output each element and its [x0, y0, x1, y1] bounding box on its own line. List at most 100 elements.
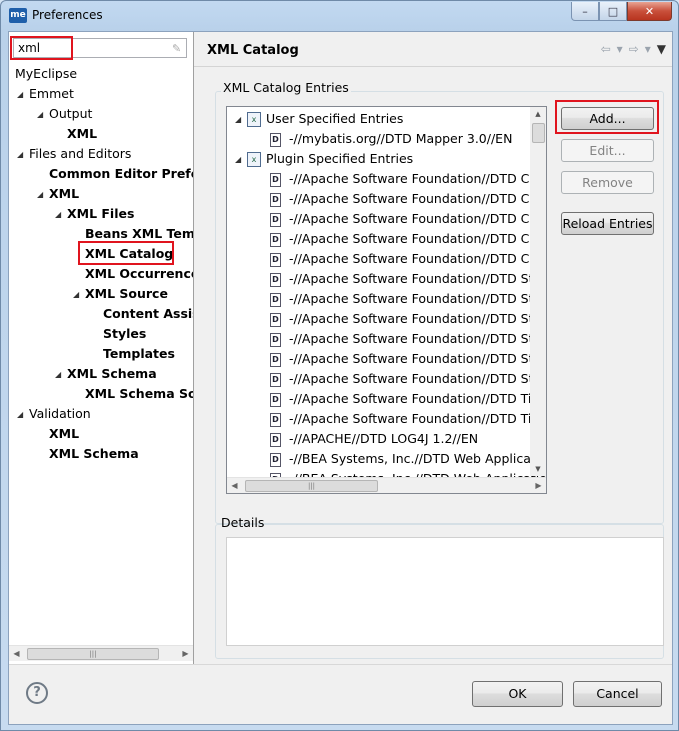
expand-triangle-icon[interactable]: ◢ [37, 105, 49, 125]
tree-item[interactable]: ◢ Files and Editors [17, 144, 131, 164]
catalog-entry-label: -//Apache Software Foundation//DTD Strut… [289, 291, 546, 306]
back-menu-chevron-icon[interactable]: ▾ [617, 42, 623, 56]
catalog-entry-row[interactable]: D -//Apache Software Foundation//DTD Comm… [270, 249, 546, 269]
tree-item[interactable]: MyEclipse [9, 64, 77, 84]
tree-item[interactable]: Common Editor Preferences [37, 164, 193, 184]
cancel-button[interactable]: Cancel [573, 681, 662, 707]
catalog-entry-label: -//APACHE//DTD LOG4J 1.2//EN [289, 431, 479, 446]
catalog-entries-tree[interactable]: D -//BEA Systems, Inc.//DTD Web Applicati… [226, 106, 547, 494]
tree-item[interactable]: XML Catalog [73, 244, 173, 264]
help-icon[interactable]: ? [26, 682, 48, 704]
dtd-file-icon: D [270, 332, 281, 347]
expand-triangle-icon[interactable]: ◢ [235, 110, 247, 130]
tree-horizontal-scrollbar[interactable]: ◀ ||| ▶ [9, 645, 193, 661]
tree-item[interactable]: ◢ XML Source [73, 284, 168, 304]
scroll-up-arrow-icon[interactable]: ▲ [530, 107, 546, 121]
catalog-entry-row[interactable]: D -//Apache Software Foundation//DTD Comm… [270, 169, 546, 189]
reload-entries-button[interactable]: Reload Entries [561, 212, 654, 235]
page-title: XML Catalog [207, 43, 299, 58]
tree-item-label: XML Source [85, 286, 168, 301]
tree-item[interactable]: Content Assist [91, 304, 193, 324]
tree-item[interactable]: ◢ XML [37, 184, 79, 204]
dtd-file-icon: D [270, 232, 281, 247]
catalog-entry-row[interactable]: D -//Apache Software Foundation//DTD Tile… [270, 409, 546, 429]
maximize-button[interactable]: □ [599, 2, 627, 21]
tree-item[interactable]: XML Schema Sources [73, 384, 193, 404]
preferences-window: me Preferences – □ ✕ xml ✎ MyEclipse ◢ Emm… [0, 0, 679, 731]
catalog-entry-label: -//Apache Software Foundation//DTD Strut… [289, 371, 546, 386]
expand-triangle-icon[interactable]: ◢ [37, 185, 49, 205]
catalog-entry-label: Plugin Specified Entries [266, 151, 414, 166]
expand-triangle-icon[interactable]: ◢ [55, 205, 67, 225]
tree-item[interactable]: ◢ Output [37, 104, 92, 124]
catalog-entry-row[interactable]: D -//Apache Software Foundation//DTD Stru… [270, 289, 546, 309]
tree-item-label: XML [49, 426, 80, 441]
clear-filter-icon[interactable]: ✎ [172, 42, 182, 55]
dtd-file-icon: D [270, 452, 281, 467]
catalog-entry-row[interactable]: D -//mybatis.org//DTD Mapper 3.0//EN [270, 129, 512, 149]
catalog-entry-row[interactable]: D -//BEA Systems, Inc.//DTD Web Applicati… [270, 449, 546, 469]
edit-button[interactable]: Edit... [561, 139, 654, 162]
expand-triangle-icon[interactable]: ◢ [17, 85, 29, 105]
scroll-thumb[interactable]: ||| [245, 480, 378, 492]
catalog-entry-row[interactable]: D -//Apache Software Foundation//DTD Stru… [270, 269, 546, 289]
scroll-right-arrow-icon[interactable]: ▶ [178, 646, 193, 661]
expand-triangle-icon[interactable]: ◢ [73, 285, 85, 305]
filter-input[interactable]: xml ✎ [13, 38, 187, 58]
catalog-entry-row[interactable]: D -//Apache Software Foundation//DTD Comm… [270, 209, 546, 229]
tree-item[interactable]: ◢ Emmet [17, 84, 74, 104]
catalog-entry-row[interactable]: D -//Apache Software Foundation//DTD Stru… [270, 369, 546, 389]
catalog-entry-label: -//Apache Software Foundation//DTD Commo… [289, 171, 546, 186]
catalog-entry-row[interactable]: D -//APACHE//DTD LOG4J 1.2//EN [270, 429, 478, 449]
tree-item[interactable]: XML Schema [37, 444, 139, 464]
tree-item[interactable]: ◢ XML Schema [55, 364, 157, 384]
catalog-entry-label: -//mybatis.org//DTD Mapper 3.0//EN [289, 131, 513, 146]
scroll-down-arrow-icon[interactable]: ▼ [530, 462, 546, 476]
expand-triangle-icon[interactable]: ◢ [235, 150, 247, 170]
back-arrow-icon[interactable]: ⇦ [601, 42, 611, 56]
vertical-scroll-thumb[interactable] [532, 123, 545, 143]
tree-item[interactable]: Styles [91, 324, 146, 344]
remove-button[interactable]: Remove [561, 171, 654, 194]
page-navigation: ⇦ ▾ ⇨ ▾ ▼ [601, 42, 666, 56]
tree-item[interactable]: Templates [91, 344, 175, 364]
catalog-entry-row[interactable]: D -//Apache Software Foundation//DTD Comm… [270, 189, 546, 209]
catalog-entry-row[interactable]: D -//Apache Software Foundation//DTD Stru… [270, 329, 546, 349]
add-button[interactable]: Add... [561, 107, 654, 130]
tree-item[interactable]: Beans XML Templates [73, 224, 193, 244]
tree-item[interactable]: XML [37, 424, 79, 444]
forward-menu-chevron-icon[interactable]: ▾ [645, 42, 651, 56]
expand-triangle-icon[interactable]: ◢ [55, 365, 67, 385]
tree-item-label: Templates [103, 346, 175, 361]
tree-item[interactable]: ◢ Validation [17, 404, 91, 424]
catalog-entry-row[interactable]: D -//Apache Software Foundation//DTD Stru… [270, 349, 546, 369]
catalog-entry-row[interactable]: D -//Apache Software Foundation//DTD Stru… [270, 309, 546, 329]
tree-item[interactable]: ◢ XML Files [55, 204, 134, 224]
title-bar[interactable]: me Preferences – □ ✕ [1, 1, 678, 31]
close-button[interactable]: ✕ [627, 2, 672, 21]
catalog-category-row[interactable]: ◢ x User Specified Entries [235, 109, 403, 129]
entries-vertical-scrollbar[interactable]: ▲ ▼ [530, 107, 546, 476]
view-menu-icon[interactable]: ▼ [657, 42, 666, 56]
catalog-entry-label: -//Apache Software Foundation//DTD Strut… [289, 331, 546, 346]
catalog-category-row[interactable]: ◢ x Plugin Specified Entries [235, 149, 413, 169]
scroll-thumb[interactable]: ||| [27, 648, 159, 660]
scroll-left-arrow-icon[interactable]: ◀ [227, 478, 242, 493]
scroll-left-arrow-icon[interactable]: ◀ [9, 646, 24, 661]
details-text-area[interactable] [226, 537, 664, 646]
forward-arrow-icon[interactable]: ⇨ [629, 42, 639, 56]
tree-item[interactable]: XML [55, 124, 97, 144]
tree-item[interactable]: XML Occurrences [73, 264, 193, 284]
tree-item-label: XML Schema [49, 446, 139, 461]
catalog-entry-row[interactable]: D -//Apache Software Foundation//DTD Comm… [270, 229, 546, 249]
scroll-right-arrow-icon[interactable]: ▶ [531, 478, 546, 493]
catalog-entry-label: -//Apache Software Foundation//DTD Tiles… [289, 411, 546, 426]
dtd-file-icon: D [270, 292, 281, 307]
ok-button[interactable]: OK [472, 681, 563, 707]
entries-horizontal-scrollbar[interactable]: ◀ ||| ▶ [227, 477, 546, 493]
expand-triangle-icon[interactable]: ◢ [17, 145, 29, 165]
tree-item-label: Common Editor Preferences [49, 166, 193, 181]
minimize-button[interactable]: – [571, 2, 599, 21]
catalog-entry-row[interactable]: D -//Apache Software Foundation//DTD Tile… [270, 389, 546, 409]
expand-triangle-icon[interactable]: ◢ [17, 405, 29, 425]
